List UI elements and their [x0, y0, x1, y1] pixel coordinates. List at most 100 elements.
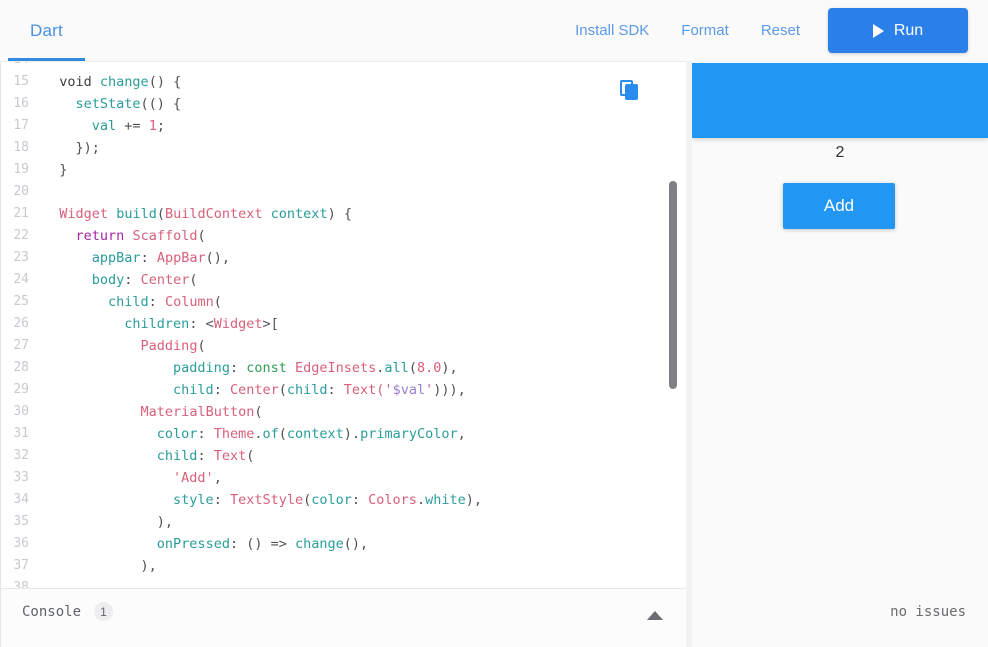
- code-line[interactable]: 34 style: TextStyle(color: Colors.white)…: [1, 489, 686, 511]
- code-token: .: [43, 580, 132, 588]
- code-lines[interactable]: 1415 void change() {16 setState(() {17 v…: [1, 61, 686, 588]
- code-line[interactable]: 22 return Scaffold(: [1, 225, 686, 247]
- code-token: Widget: [59, 206, 108, 222]
- code-token: Text: [214, 448, 247, 464]
- preview-appbar: [692, 63, 988, 138]
- code-line[interactable]: 31 color: Theme.of(context).primaryColor…: [1, 423, 686, 445]
- code-line[interactable]: 37 ),: [1, 555, 686, 577]
- line-number: 20: [1, 181, 43, 203]
- code-line[interactable]: 32 child: Text(: [1, 445, 686, 467]
- code-line[interactable]: 27 Padding(: [1, 335, 686, 357]
- code-token: >[: [262, 316, 278, 332]
- copy-icon[interactable]: [620, 80, 642, 102]
- code-line[interactable]: 16 setState(() {: [1, 93, 686, 115]
- code-token: [43, 360, 173, 376]
- code-line[interactable]: 23 appBar: AppBar(),: [1, 247, 686, 269]
- caret-up-icon[interactable]: [647, 611, 663, 620]
- code-token: :: [141, 250, 157, 266]
- code-line-text: });: [43, 137, 100, 159]
- code-token: (': [376, 382, 392, 398]
- code-token: [43, 206, 59, 222]
- code-line-text: void change() {: [43, 71, 181, 93]
- code-token: (: [197, 338, 205, 354]
- code-line-text: onPressed: () => change(),: [43, 533, 368, 555]
- tab-dart[interactable]: Dart: [8, 0, 85, 61]
- code-line[interactable]: 14: [1, 61, 686, 71]
- code-token: ),: [441, 360, 457, 376]
- code-line[interactable]: 29 child: Center(child: Text('$val'))),: [1, 379, 686, 401]
- run-button[interactable]: Run: [828, 8, 968, 53]
- code-line-text: .: [43, 577, 132, 588]
- install-sdk-link[interactable]: Install SDK: [559, 14, 665, 47]
- code-token: [43, 228, 76, 244]
- editor-scrollbar-thumb[interactable]: [669, 181, 677, 389]
- code-token: val: [92, 118, 116, 134]
- code-token: primaryColor: [360, 426, 458, 442]
- line-number: 34: [1, 489, 43, 511]
- code-token: (: [197, 228, 205, 244]
- line-number: 35: [1, 511, 43, 533]
- dartpad-app: Dart Install SDK Format Reset Run 1415 v…: [0, 0, 988, 647]
- code-line[interactable]: 18 });: [1, 137, 686, 159]
- format-link[interactable]: Format: [665, 14, 745, 47]
- preview-add-button[interactable]: Add: [783, 183, 895, 229]
- code-line[interactable]: 26 children: <Widget>[: [1, 313, 686, 335]
- code-token: (: [157, 206, 165, 222]
- code-token: Widget: [214, 316, 263, 332]
- code-token: Theme: [214, 426, 255, 442]
- code-token: () {: [149, 74, 182, 90]
- code-token: : <: [189, 316, 213, 332]
- code-token: .: [417, 492, 425, 508]
- code-token: context: [287, 426, 344, 442]
- code-line[interactable]: 24 body: Center(: [1, 269, 686, 291]
- console-count-badge: 1: [94, 602, 113, 621]
- line-number: 24: [1, 269, 43, 291]
- line-number: 30: [1, 401, 43, 423]
- code-editor[interactable]: 1415 void change() {16 setState(() {17 v…: [0, 61, 686, 588]
- preview-counter-value: 2: [692, 144, 988, 162]
- code-line[interactable]: 30 MaterialButton(: [1, 401, 686, 423]
- app-preview-panel[interactable]: 2 Add: [692, 61, 988, 588]
- code-line[interactable]: 20: [1, 181, 686, 203]
- code-line-text: color: Theme.of(context).primaryColor,: [43, 423, 466, 445]
- code-line[interactable]: 38 .: [1, 577, 686, 588]
- line-number: 32: [1, 445, 43, 467]
- code-line-text: Padding(: [43, 335, 206, 357]
- code-token: setState: [76, 96, 141, 112]
- line-number: 15: [1, 71, 43, 93]
- code-token: :: [214, 492, 230, 508]
- code-token: build: [116, 206, 157, 222]
- code-token: :: [328, 382, 344, 398]
- code-line-text: child: Text(: [43, 445, 254, 467]
- code-token: ) {: [328, 206, 352, 222]
- code-token: : () =>: [230, 536, 295, 552]
- code-line[interactable]: 19 }: [1, 159, 686, 181]
- tab-strip: Dart: [8, 0, 85, 61]
- code-line[interactable]: 36 onPressed: () => change(),: [1, 533, 686, 555]
- code-token: child: [108, 294, 149, 310]
- code-token: appBar: [92, 250, 141, 266]
- code-line[interactable]: 17 val += 1;: [1, 115, 686, 137]
- reset-link[interactable]: Reset: [745, 14, 816, 47]
- code-token: [43, 492, 173, 508]
- code-token: :: [124, 272, 140, 288]
- code-token: [43, 448, 157, 464]
- code-line[interactable]: 35 ),: [1, 511, 686, 533]
- code-line[interactable]: 25 child: Column(: [1, 291, 686, 313]
- code-line[interactable]: 28 padding: const EdgeInsets.all(8.0),: [1, 357, 686, 379]
- code-line-text: }: [43, 159, 67, 181]
- code-token: style: [173, 492, 214, 508]
- line-number: 18: [1, 137, 43, 159]
- code-line[interactable]: 21 Widget build(BuildContext context) {: [1, 203, 686, 225]
- code-token: (: [189, 272, 197, 288]
- code-line-text: padding: const EdgeInsets.all(8.0),: [43, 357, 458, 379]
- code-token: [43, 426, 157, 442]
- code-line[interactable]: 15 void change() {: [1, 71, 686, 93]
- line-number: 29: [1, 379, 43, 401]
- code-token: ,: [214, 470, 222, 486]
- code-token: [43, 382, 173, 398]
- code-line[interactable]: 33 'Add',: [1, 467, 686, 489]
- console-panel[interactable]: Console 1: [0, 588, 686, 647]
- line-number: 17: [1, 115, 43, 137]
- code-line-text: child: Center(child: Text('$val'))),: [43, 379, 466, 401]
